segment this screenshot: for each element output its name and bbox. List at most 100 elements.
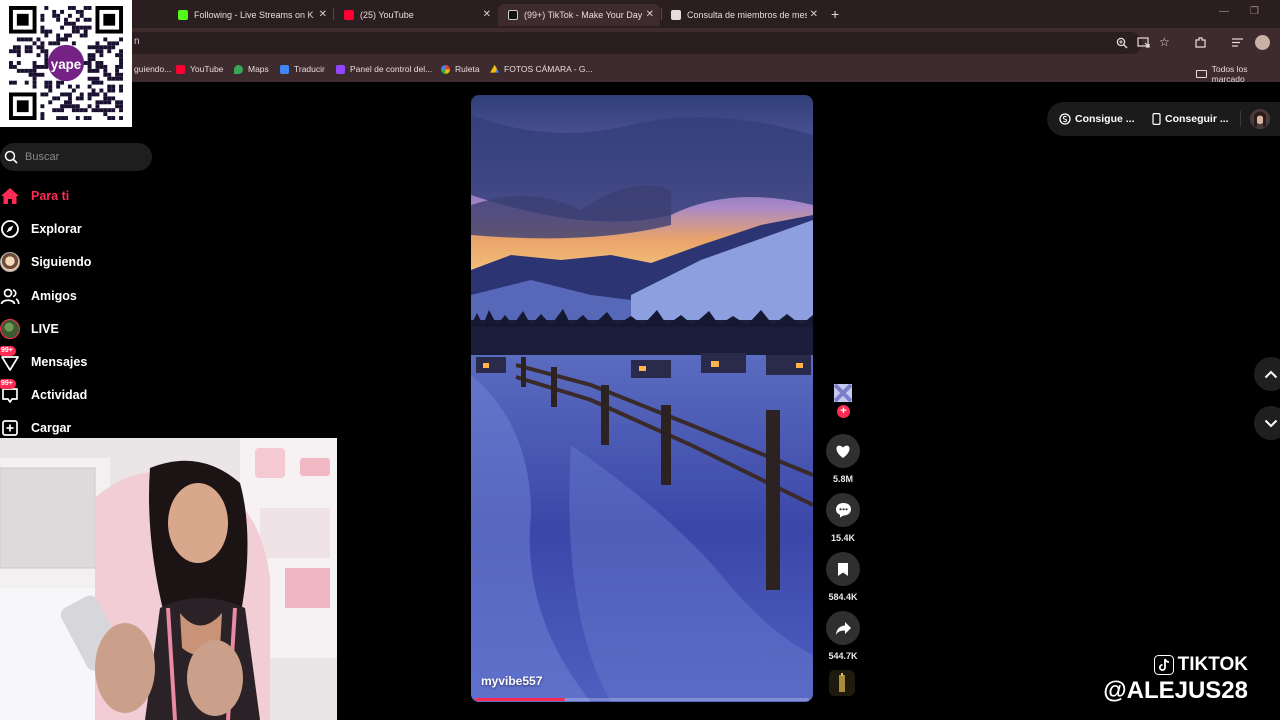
close-icon[interactable]: ✕ bbox=[319, 9, 327, 20]
bookmark-label: YouTube bbox=[190, 64, 224, 74]
minimize-icon[interactable]: — bbox=[1219, 6, 1229, 17]
extensions-icon[interactable] bbox=[1194, 36, 1207, 49]
all-bookmarks-folder[interactable]: Todos los marcado bbox=[1196, 64, 1280, 84]
search-bar[interactable] bbox=[0, 143, 152, 171]
share-icon bbox=[835, 621, 851, 635]
comment-button[interactable] bbox=[826, 493, 860, 527]
save-count: 584.4K bbox=[828, 592, 858, 602]
friends-icon bbox=[0, 286, 20, 306]
watermark-handle: @ALEJUS28 bbox=[1103, 677, 1248, 704]
music-disc-icon[interactable] bbox=[829, 670, 855, 696]
tab-divider bbox=[661, 8, 662, 20]
streamer-webcam-image bbox=[0, 438, 337, 720]
tiktok-icon bbox=[1153, 655, 1174, 675]
like-button[interactable] bbox=[826, 434, 860, 468]
close-icon[interactable]: ✕ bbox=[810, 9, 818, 20]
compass-icon bbox=[0, 219, 20, 239]
stream-watermark: TIKTOK @ALEJUS28 bbox=[1103, 654, 1248, 705]
bookmark-label: FOTOS CÁMARA - G... bbox=[504, 64, 593, 74]
share-count: 544.7K bbox=[828, 651, 858, 661]
divider bbox=[1240, 111, 1241, 127]
bookmark-icon bbox=[838, 562, 848, 576]
bookmark-label: Traducir bbox=[294, 64, 325, 74]
avatar-image bbox=[1250, 109, 1270, 129]
upload-icon bbox=[0, 418, 20, 438]
new-tab-icon[interactable]: + bbox=[831, 6, 839, 22]
tab-consulta[interactable]: Consulta de miembros de mesa ✕ bbox=[661, 4, 824, 26]
sidebar-item-live[interactable]: LIVE bbox=[0, 316, 59, 342]
zoom-icon[interactable] bbox=[1116, 37, 1128, 49]
creator-avatar[interactable] bbox=[831, 381, 855, 405]
save-button[interactable] bbox=[826, 552, 860, 586]
close-icon[interactable]: ✕ bbox=[646, 9, 654, 20]
sidebar-item-para-ti[interactable]: Para ti bbox=[0, 183, 69, 209]
avatar bbox=[0, 252, 20, 272]
bookmark-ruleta[interactable]: Ruleta bbox=[441, 64, 480, 74]
sidebar-item-explorar[interactable]: Explorar bbox=[0, 216, 82, 242]
profile-avatar[interactable] bbox=[1255, 35, 1270, 50]
get-app-label: Conseguir ... bbox=[1165, 113, 1229, 125]
reading-list-icon[interactable] bbox=[1231, 37, 1244, 48]
all-bookmarks-label: Todos los marcado bbox=[1211, 64, 1248, 84]
tab-title: (25) YouTube bbox=[360, 10, 414, 20]
phone-icon bbox=[1152, 113, 1161, 125]
notification-badge: 99+ bbox=[0, 379, 16, 389]
bookmark-panel-control[interactable]: Panel de control del... bbox=[336, 64, 432, 74]
sidebar-item-mensajes[interactable]: 99+ Mensajes bbox=[0, 346, 87, 375]
address-text: n bbox=[134, 36, 140, 47]
sidebar-item-label: Explorar bbox=[31, 222, 82, 236]
heart-icon bbox=[836, 445, 850, 458]
user-avatar[interactable] bbox=[1250, 109, 1270, 129]
browser-toolbar: n ☆ bbox=[0, 28, 1280, 58]
drive-icon bbox=[490, 64, 499, 73]
webcam-overlay bbox=[0, 438, 337, 720]
bookmark-traducir[interactable]: Traducir bbox=[280, 64, 325, 74]
search-input[interactable] bbox=[25, 149, 145, 165]
restore-icon[interactable]: ❐ bbox=[1250, 6, 1259, 17]
tab-title: (99+) TikTok - Make Your Day bbox=[524, 10, 643, 20]
bookmark-label: guiendo... bbox=[134, 64, 172, 74]
qr-code-graphic: yape bbox=[9, 6, 123, 120]
bookmarks-bar: guiendo... YouTube Maps Traducir Panel d… bbox=[0, 58, 1280, 84]
tab-tiktok[interactable]: (99+) TikTok - Make Your Day ✕ bbox=[498, 4, 660, 26]
bookmark-youtube[interactable]: YouTube bbox=[176, 64, 223, 74]
close-icon[interactable]: ✕ bbox=[483, 9, 491, 20]
creator-avatar-image bbox=[833, 383, 853, 403]
music-cover-image bbox=[829, 670, 855, 696]
sidebar-item-amigos[interactable]: Amigos bbox=[0, 283, 77, 309]
get-coins-label: Consigue ... bbox=[1075, 113, 1135, 125]
next-video-button[interactable] bbox=[1254, 406, 1280, 440]
search-icon bbox=[4, 150, 18, 164]
video-progress-bar[interactable] bbox=[475, 698, 809, 701]
document-icon bbox=[671, 10, 681, 20]
tiktok-icon bbox=[508, 10, 518, 20]
notification-badge: 99+ bbox=[0, 346, 16, 356]
like-count: 5.8M bbox=[832, 474, 853, 484]
previous-video-button[interactable] bbox=[1254, 357, 1280, 391]
share-button[interactable] bbox=[826, 611, 860, 645]
video-frame-snowy-village bbox=[471, 95, 813, 702]
bookmark-fotos-camara[interactable]: FOTOS CÁMARA - G... bbox=[490, 64, 593, 74]
youtube-icon bbox=[176, 64, 185, 74]
follow-button[interactable]: + bbox=[837, 405, 850, 418]
tab-kick[interactable]: Following - Live Streams on Kic ✕ bbox=[168, 4, 333, 26]
get-coins-button[interactable]: Consigue ... bbox=[1059, 102, 1135, 136]
video-progress-fill bbox=[475, 698, 566, 701]
video-player[interactable] bbox=[471, 95, 813, 702]
address-bar[interactable]: n ☆ bbox=[6, 32, 1170, 54]
chevron-up-icon bbox=[1264, 370, 1278, 378]
chevron-down-icon bbox=[1264, 419, 1278, 427]
sidebar-item-siguiendo[interactable]: Siguiendo bbox=[0, 249, 91, 275]
top-right-actions: Consigue ... Conseguir ... bbox=[1047, 102, 1280, 136]
comment-icon bbox=[835, 503, 851, 518]
star-icon[interactable]: ☆ bbox=[1159, 35, 1170, 49]
cast-icon[interactable] bbox=[1137, 37, 1150, 49]
messages-icon: 99+ bbox=[0, 346, 20, 372]
tab-title: Consulta de miembros de mesa bbox=[687, 10, 807, 20]
bookmark-maps[interactable]: Maps bbox=[234, 64, 269, 74]
video-author[interactable]: myvibe557 bbox=[481, 674, 542, 688]
coin-icon bbox=[1059, 113, 1071, 125]
tab-youtube[interactable]: (25) YouTube ✕ bbox=[334, 4, 497, 26]
sidebar-item-actividad[interactable]: 99+ Actividad bbox=[0, 379, 87, 408]
get-app-button[interactable]: Conseguir ... bbox=[1152, 102, 1229, 136]
